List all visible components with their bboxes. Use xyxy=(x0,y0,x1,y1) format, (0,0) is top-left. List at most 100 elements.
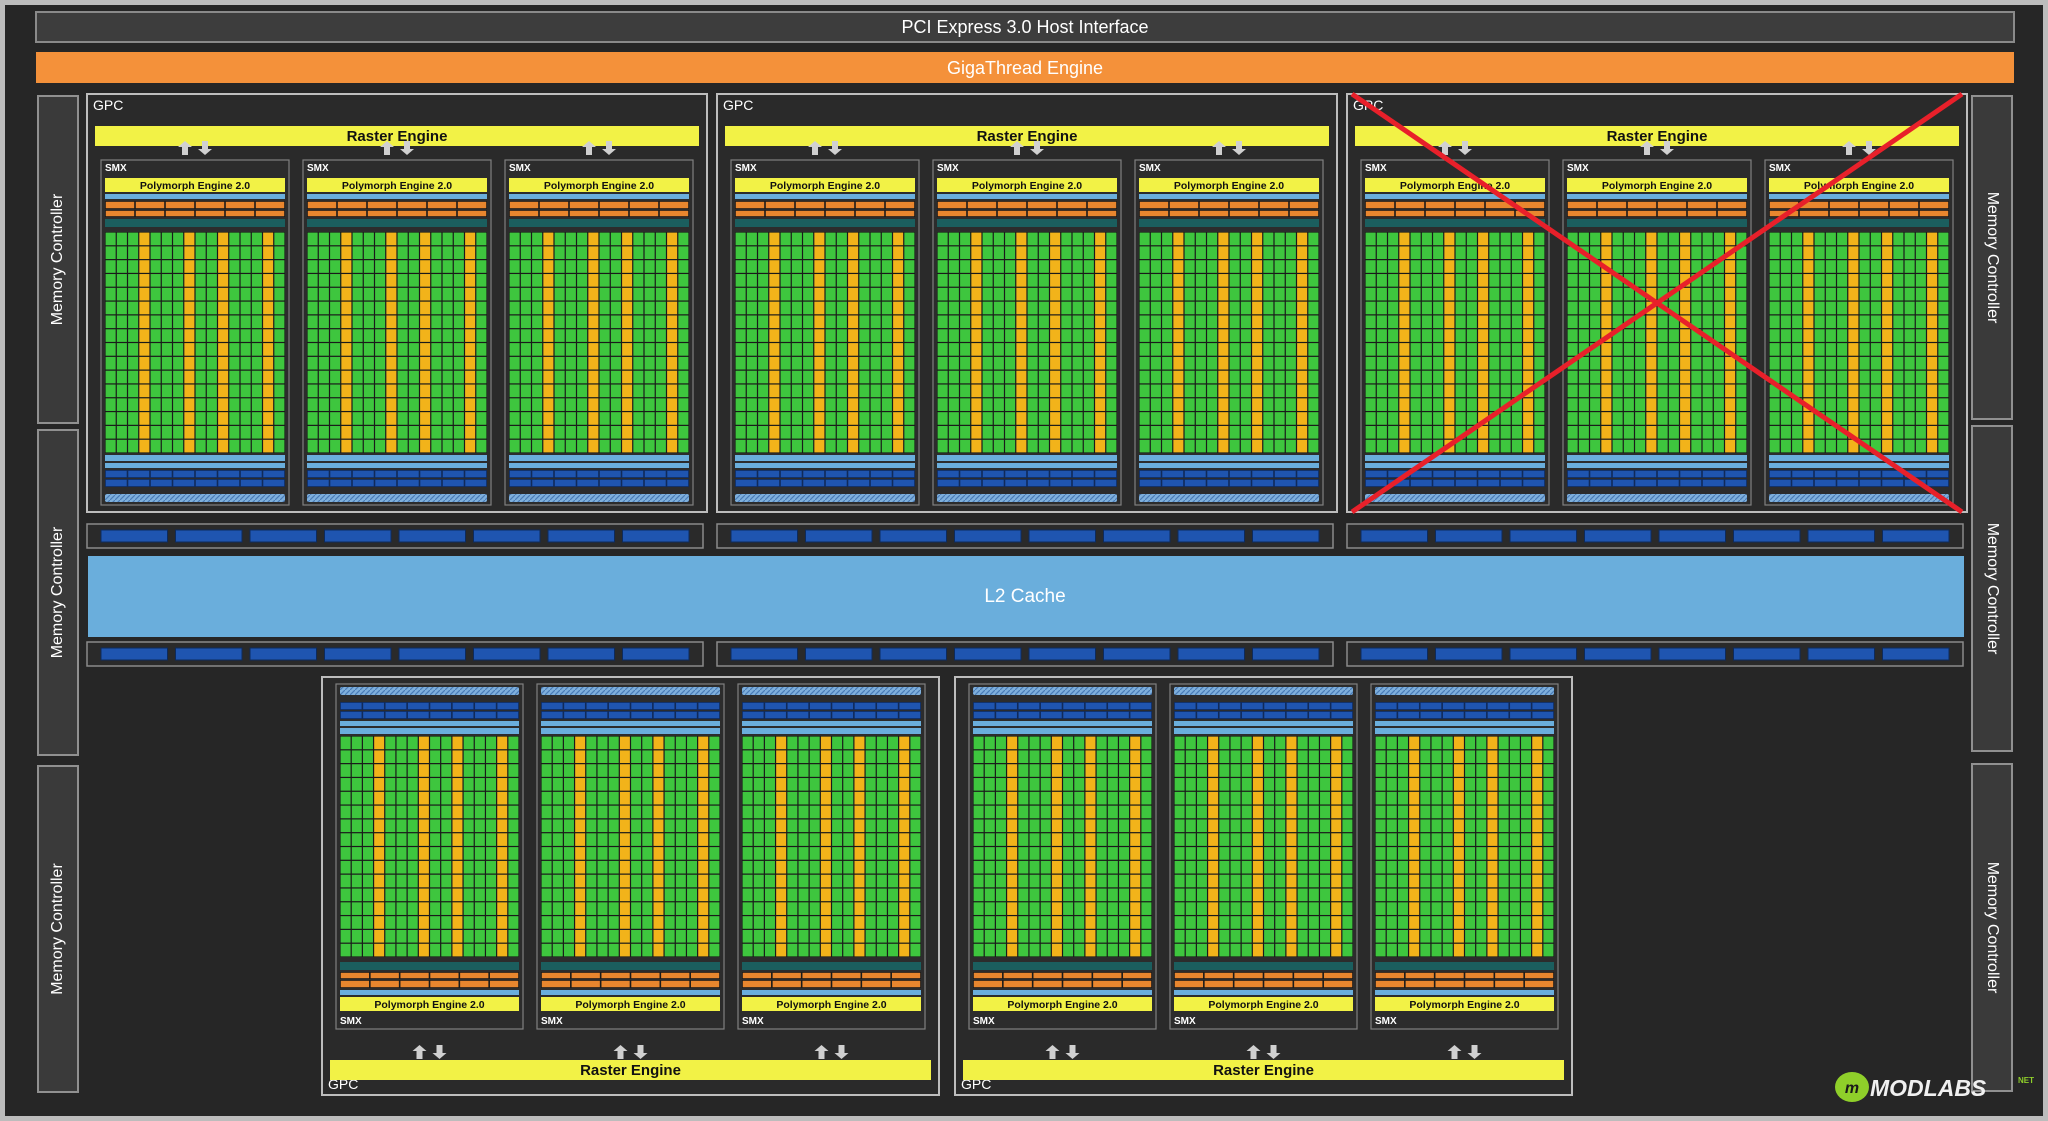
cuda-core xyxy=(859,398,870,411)
cuda-core xyxy=(1365,343,1376,356)
texture-unit xyxy=(1523,479,1545,487)
dispatch-unit xyxy=(1524,972,1554,979)
special-unit xyxy=(1882,232,1893,246)
special-unit xyxy=(588,246,599,260)
memory-bus-segment xyxy=(1435,647,1503,661)
cuda-core xyxy=(735,287,746,301)
cuda-core xyxy=(973,791,984,805)
special-unit xyxy=(1252,425,1263,439)
dispatch-unit xyxy=(1294,972,1323,979)
cuda-core xyxy=(1500,315,1511,329)
texture-unit xyxy=(1184,479,1206,487)
cuda-core xyxy=(1623,260,1634,273)
cuda-core xyxy=(520,412,531,425)
cuda-core xyxy=(486,764,497,777)
cuda-core xyxy=(1521,833,1532,846)
cuda-core xyxy=(431,246,442,260)
cuda-core xyxy=(1195,439,1206,453)
cuda-core xyxy=(375,315,386,329)
cuda-core xyxy=(809,943,820,957)
cuda-core xyxy=(1938,315,1949,329)
cuda-core xyxy=(430,750,441,764)
cuda-core xyxy=(1275,736,1286,750)
special-unit xyxy=(820,847,831,860)
shared-memory xyxy=(937,463,1117,468)
special-unit xyxy=(893,384,904,398)
special-unit xyxy=(588,356,599,370)
special-unit xyxy=(1532,750,1543,764)
cuda-core xyxy=(1275,916,1286,929)
cuda-core xyxy=(1386,764,1397,777)
warp-scheduler xyxy=(1829,201,1859,209)
cuda-core xyxy=(870,246,881,260)
cuda-core xyxy=(1489,384,1500,398)
memory-bus-segment xyxy=(324,647,392,661)
cuda-core xyxy=(173,301,184,315)
cuda-core xyxy=(1139,232,1150,246)
special-unit xyxy=(1646,370,1657,384)
special-unit xyxy=(418,847,429,860)
cuda-core xyxy=(1376,398,1387,411)
cuda-core xyxy=(836,301,847,315)
cuda-core xyxy=(1139,329,1150,342)
cuda-core xyxy=(520,329,531,342)
cuda-core xyxy=(1837,356,1848,370)
memory-bus-segment xyxy=(1103,529,1171,543)
special-unit xyxy=(1680,398,1691,411)
special-unit xyxy=(893,370,904,384)
cuda-core xyxy=(937,274,948,287)
special-unit xyxy=(1173,384,1184,398)
cuda-core xyxy=(1769,315,1780,329)
special-unit xyxy=(1130,819,1141,833)
dispatch-unit xyxy=(135,210,165,217)
cuda-core xyxy=(1870,398,1881,411)
special-unit xyxy=(667,260,678,273)
dispatch-unit xyxy=(1799,210,1829,217)
cuda-core xyxy=(1240,425,1251,439)
cuda-core xyxy=(1174,764,1185,777)
special-unit xyxy=(1085,833,1096,846)
cuda-core xyxy=(1442,860,1453,874)
special-unit xyxy=(1016,356,1027,370)
shared-memory xyxy=(1769,463,1949,468)
cuda-core xyxy=(910,943,921,957)
cuda-core xyxy=(937,260,948,273)
cuda-core xyxy=(1780,343,1791,356)
cuda-core xyxy=(735,260,746,273)
cuda-core xyxy=(984,847,995,860)
cuda-core xyxy=(1938,232,1949,246)
special-unit xyxy=(452,916,463,929)
cuda-core xyxy=(1623,425,1634,439)
cuda-core xyxy=(631,888,642,902)
cuda-core xyxy=(274,329,285,342)
cuda-core xyxy=(1074,929,1085,943)
special-unit xyxy=(1208,778,1219,791)
memory-controllers-left: Memory ControllerMemory ControllerMemory… xyxy=(37,95,79,1093)
cuda-core xyxy=(1342,736,1353,750)
cuda-core xyxy=(1870,370,1881,384)
cuda-core xyxy=(1431,929,1442,943)
texture-cache-unit xyxy=(1859,470,1881,478)
cuda-core xyxy=(116,370,127,384)
cuda-core xyxy=(787,791,798,805)
special-unit xyxy=(1173,343,1184,356)
cuda-core xyxy=(586,833,597,846)
special-unit xyxy=(667,412,678,425)
cuda-core xyxy=(870,315,881,329)
cuda-core xyxy=(362,764,373,777)
special-unit xyxy=(820,916,831,929)
special-unit xyxy=(1331,833,1342,846)
texture-cache-unit xyxy=(1040,711,1062,719)
texture-cache-unit xyxy=(1792,470,1814,478)
cuda-core xyxy=(1096,750,1107,764)
cuda-core xyxy=(1196,750,1207,764)
cuda-core xyxy=(554,356,565,370)
warp-scheduler xyxy=(1627,201,1657,209)
special-unit xyxy=(1051,833,1062,846)
cuda-core xyxy=(1635,384,1646,398)
cuda-core xyxy=(948,260,959,273)
special-unit xyxy=(1252,439,1263,453)
dispatch-unit xyxy=(765,210,795,217)
cuda-core xyxy=(274,398,285,411)
special-unit xyxy=(1007,847,1018,860)
